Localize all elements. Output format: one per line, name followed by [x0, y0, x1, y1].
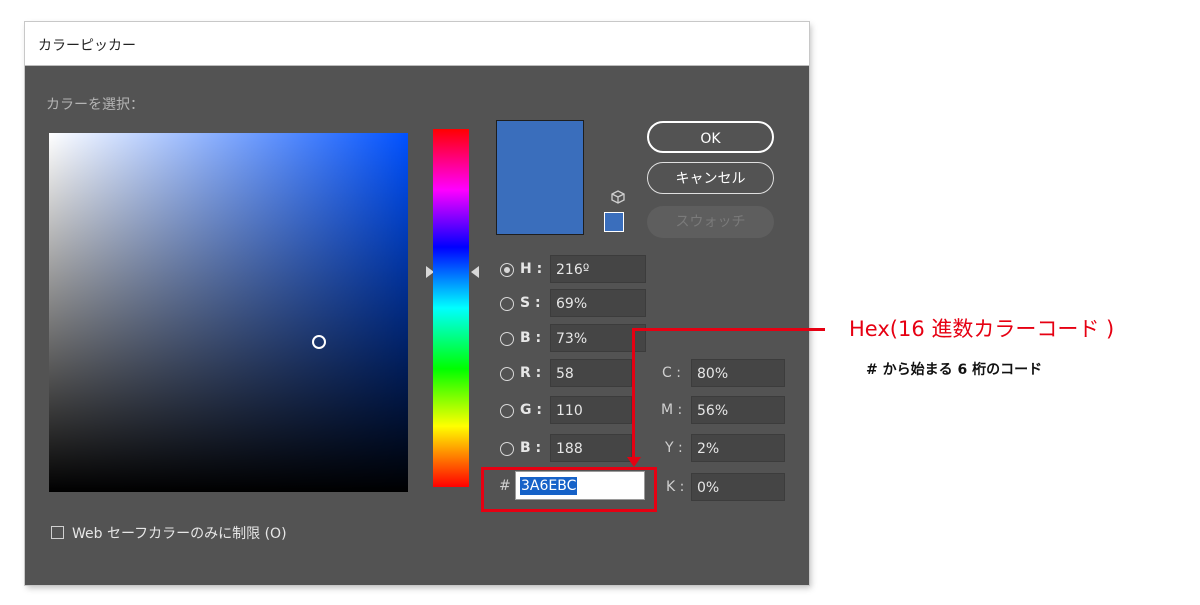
label-s: S :	[520, 295, 541, 311]
input-k[interactable]: 0%	[691, 473, 785, 501]
websafe-checkbox[interactable]: Web セーフカラーのみに制限 (O)	[51, 523, 287, 543]
radio-h[interactable]	[500, 263, 514, 277]
input-h[interactable]: 216º	[550, 255, 646, 283]
cube-icon[interactable]	[611, 190, 625, 204]
ok-button[interactable]: OK	[647, 121, 774, 153]
color-cursor[interactable]	[312, 335, 326, 349]
hex-highlight-box	[481, 467, 657, 512]
hue-slider-right-arrow[interactable]	[471, 266, 479, 278]
input-s[interactable]: 69%	[550, 289, 646, 317]
label-c: C :	[662, 365, 681, 381]
title-bar: カラーピッカー	[25, 22, 809, 66]
annotation-title: Hex(16 進数カラーコード )	[849, 317, 1115, 341]
annotation-subtitle: # から始まる 6 桁のコード	[866, 362, 1043, 378]
swatches-button[interactable]: スウォッチ	[647, 206, 774, 238]
checkbox-box[interactable]	[51, 526, 64, 539]
input-g[interactable]: 110	[550, 396, 632, 424]
label-blue: B :	[520, 440, 542, 456]
radio-s[interactable]	[500, 297, 514, 311]
input-r[interactable]: 58	[550, 359, 632, 387]
radio-b[interactable]	[500, 332, 514, 346]
radio-blue[interactable]	[500, 442, 514, 456]
callout-line-vertical	[632, 329, 635, 458]
label-g: G :	[520, 402, 542, 418]
input-m[interactable]: 56%	[691, 396, 785, 424]
color-preview-swatch	[496, 120, 584, 235]
callout-arrow-head	[627, 457, 641, 467]
input-c[interactable]: 80%	[691, 359, 785, 387]
hue-slider[interactable]	[433, 129, 469, 487]
web-safe-swatch[interactable]	[604, 212, 624, 232]
radio-g[interactable]	[500, 404, 514, 418]
label-b: B :	[520, 330, 542, 346]
input-blue[interactable]: 188	[550, 434, 632, 462]
color-picker-dialog: カラーピッカー カラーを選択： OK キャンセル スウォッチ H : 216º …	[25, 22, 809, 585]
cancel-button[interactable]: キャンセル	[647, 162, 774, 194]
callout-line-horizontal	[632, 328, 825, 331]
input-y[interactable]: 2%	[691, 434, 785, 462]
label-r: R :	[520, 365, 542, 381]
select-color-label: カラーを選択：	[46, 97, 144, 113]
saturation-brightness-field[interactable]	[49, 133, 408, 492]
label-m: M :	[661, 402, 683, 418]
websafe-label: Web セーフカラーのみに制限 (O)	[72, 526, 287, 542]
label-k: K :	[666, 479, 685, 495]
dialog-title: カラーピッカー	[38, 38, 136, 54]
radio-r[interactable]	[500, 367, 514, 381]
label-h: H :	[520, 261, 543, 277]
label-y: Y :	[665, 440, 683, 456]
